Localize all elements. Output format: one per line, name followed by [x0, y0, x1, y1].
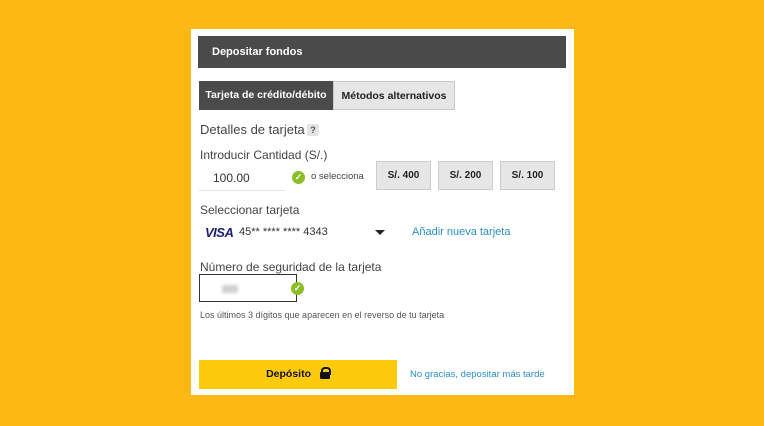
card-number: 45** **** **** 4343 [239, 226, 328, 238]
masked-security-value [222, 285, 238, 293]
security-hint: Los últimos 3 dígitos que aparecen en el… [200, 310, 445, 320]
amount-input[interactable] [199, 165, 285, 191]
or-select-text: o selecciona [311, 171, 364, 182]
dropdown-arrow-icon[interactable] [375, 230, 385, 235]
tab-alternative-methods[interactable]: Métodos alternativos [333, 81, 455, 110]
amount-label: Introducir Cantidad (S/.) [200, 148, 328, 162]
card-select[interactable]: VISA 45** **** **** 4343 [199, 220, 389, 244]
deposit-button[interactable]: Depósito [199, 360, 397, 389]
panel-title: Depositar fondos [198, 36, 566, 68]
deposit-panel: Depositar fondos Tarjeta de crédito/débi… [191, 29, 574, 395]
valid-check-icon: ✓ [292, 171, 305, 184]
amount-200-button[interactable]: S/. 200 [438, 161, 493, 190]
security-number-input[interactable] [199, 274, 297, 302]
add-new-card-link[interactable]: Añadir nueva tarjeta [412, 226, 510, 238]
amount-400-button[interactable]: S/. 400 [376, 161, 431, 190]
select-card-label: Seleccionar tarjeta [200, 203, 300, 217]
visa-logo: VISA [205, 225, 234, 240]
help-icon[interactable]: ? [307, 124, 319, 136]
valid-check-icon: ✓ [291, 282, 304, 295]
deposit-later-link[interactable]: No gracias, depositar más tarde [410, 369, 545, 380]
amount-100-button[interactable]: S/. 100 [500, 161, 555, 190]
security-number-label: Número de seguridad de la tarjeta [200, 260, 382, 274]
card-details-title: Detalles de tarjeta [200, 122, 305, 137]
lock-icon [319, 367, 331, 379]
tab-credit-debit-card[interactable]: Tarjeta de crédito/débito [199, 81, 333, 110]
deposit-button-label: Depósito [266, 368, 311, 380]
